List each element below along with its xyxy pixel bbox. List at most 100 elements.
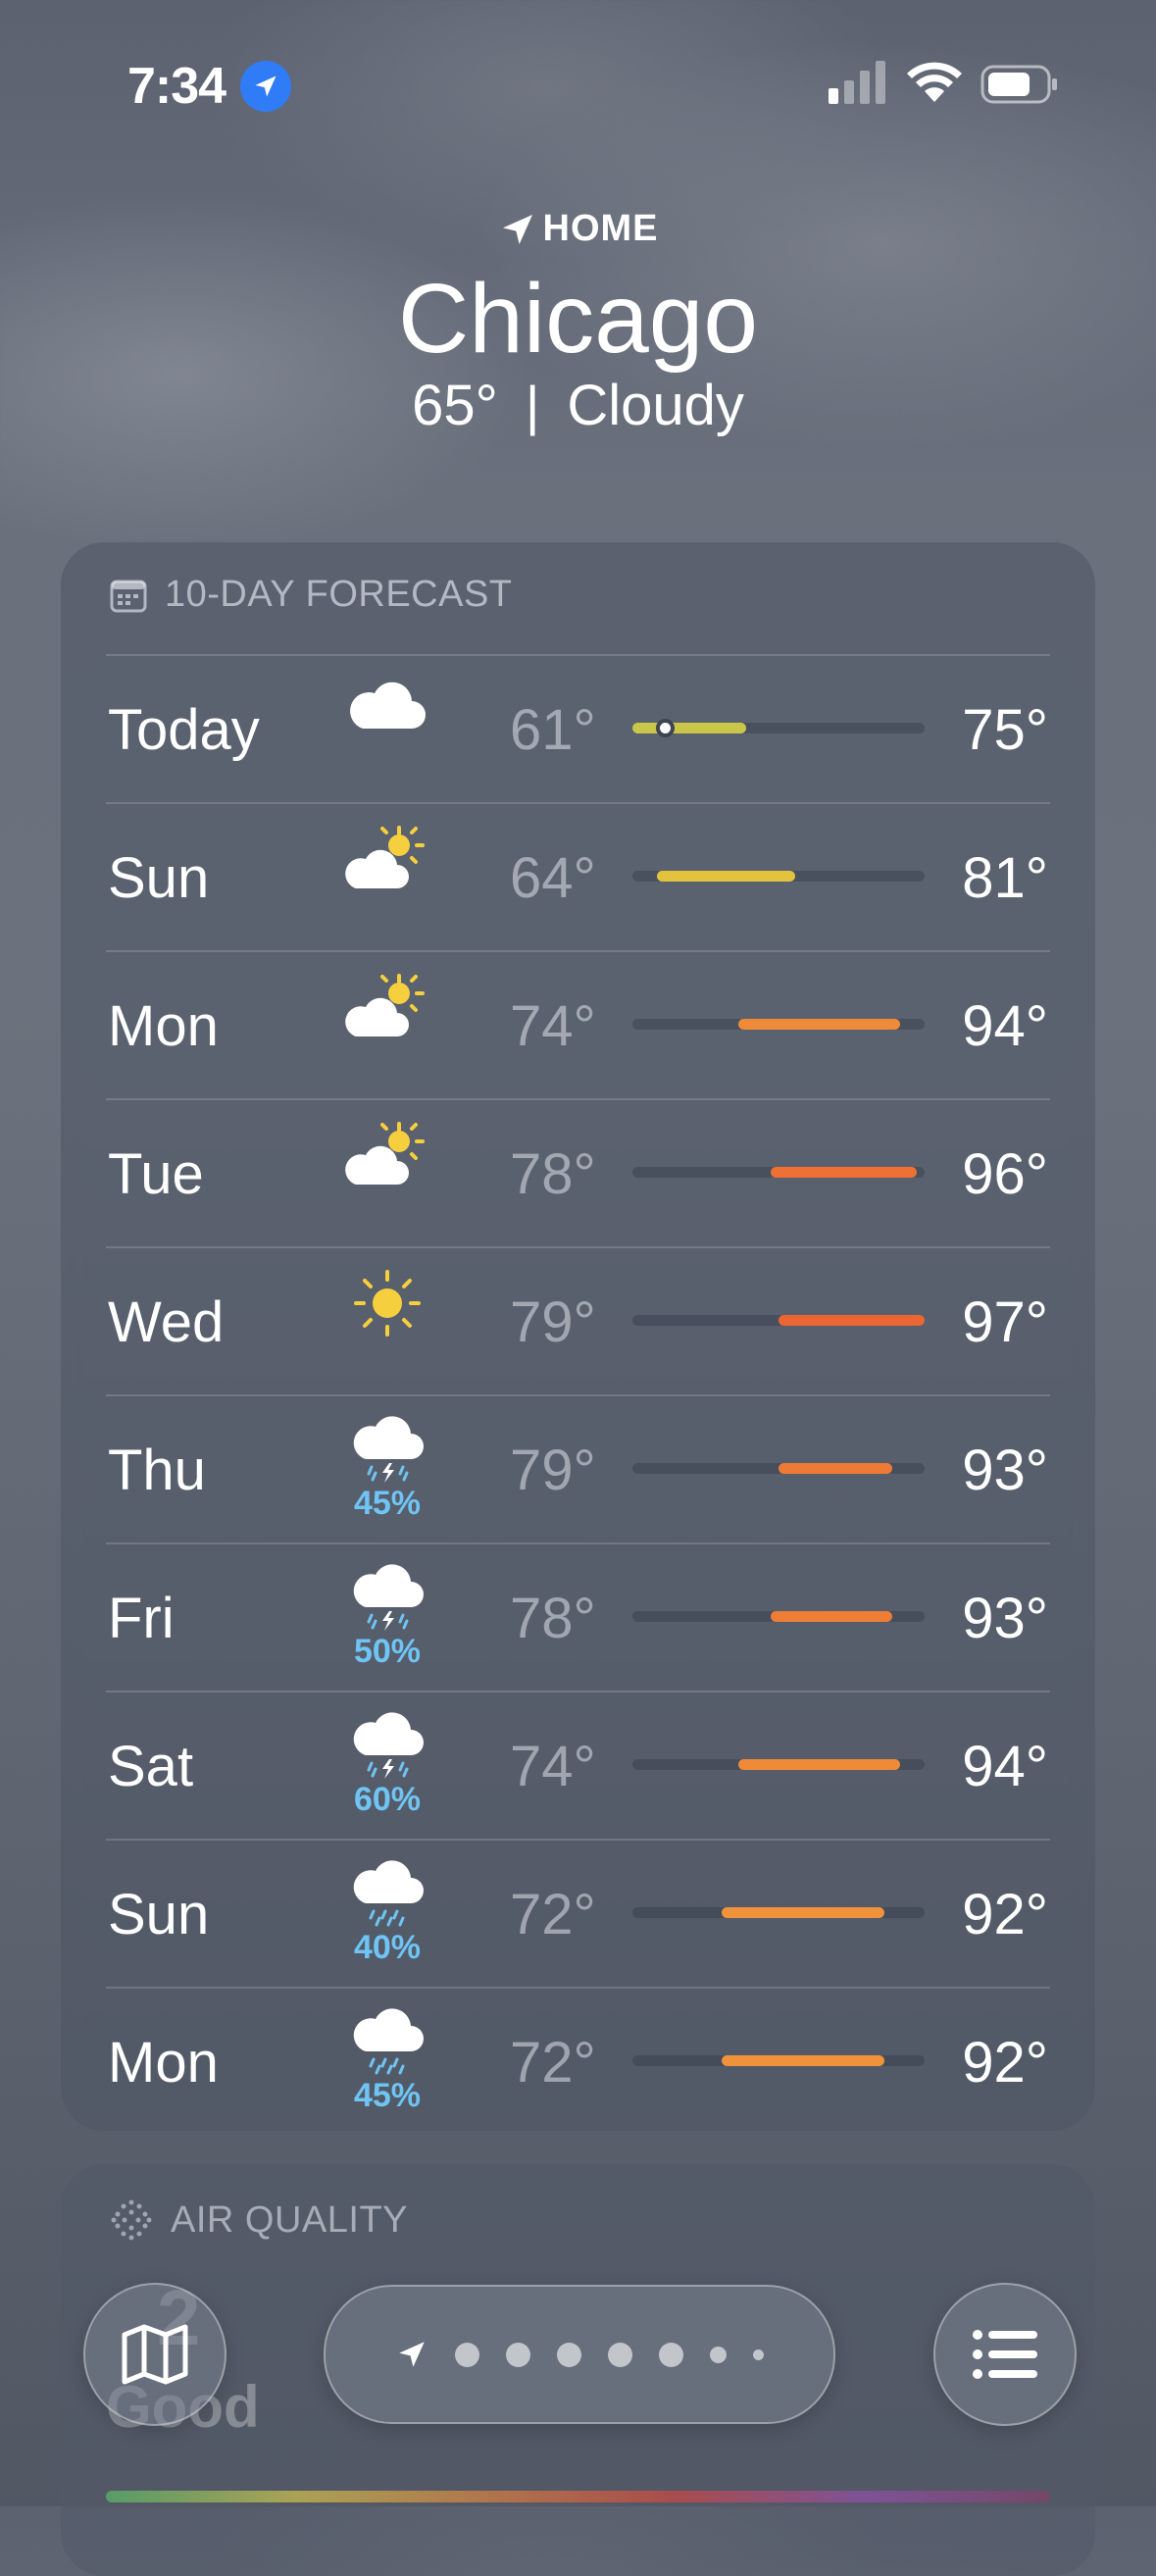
high-temperature: 92° bbox=[962, 2031, 1048, 2095]
forecast-day: Today bbox=[108, 698, 260, 762]
air-quality-title: AIR QUALITY bbox=[171, 2198, 408, 2241]
temperature-range-bar bbox=[632, 1907, 925, 1918]
low-temperature: 79° bbox=[510, 1290, 596, 1354]
calendar-icon bbox=[110, 580, 147, 612]
current-temperature: 65° bbox=[412, 374, 498, 437]
page-dot[interactable] bbox=[455, 2342, 479, 2367]
partly-sunny-icon bbox=[338, 968, 436, 1046]
low-temperature: 78° bbox=[510, 1142, 596, 1206]
location-label-row: HOME bbox=[0, 208, 1156, 250]
location-page-indicator[interactable] bbox=[324, 2285, 835, 2424]
precipitation-chance: 50% bbox=[353, 1633, 422, 1670]
partly-sunny-icon bbox=[338, 820, 436, 898]
low-temperature: 61° bbox=[510, 698, 596, 762]
high-temperature: 94° bbox=[962, 1735, 1048, 1798]
low-temperature: 78° bbox=[510, 1587, 596, 1650]
temperature-range-fill bbox=[722, 2055, 884, 2066]
cloud-icon bbox=[338, 672, 436, 750]
air-quality-icon bbox=[111, 2199, 152, 2241]
current-temperature-marker bbox=[656, 719, 676, 737]
cellular-signal-icon bbox=[829, 61, 885, 104]
temperature-range-fill bbox=[770, 1611, 892, 1622]
temperature-range-bar bbox=[632, 871, 925, 882]
temperature-range-fill bbox=[632, 723, 746, 733]
city-name: Chicago bbox=[398, 264, 758, 374]
high-temperature: 94° bbox=[962, 994, 1048, 1058]
temperature-range-fill bbox=[722, 1907, 884, 1918]
page-dot[interactable] bbox=[753, 2349, 764, 2360]
low-temperature: 72° bbox=[510, 2031, 596, 2095]
forecast-day: Wed bbox=[108, 1290, 225, 1354]
high-temperature: 75° bbox=[962, 698, 1048, 762]
page-dot[interactable] bbox=[659, 2342, 683, 2367]
temperature-range-fill bbox=[737, 1759, 901, 1770]
temperature-range-fill bbox=[779, 1463, 892, 1474]
location-label: HOME bbox=[542, 208, 659, 249]
forecast-row[interactable]: Mon 45% 72° 92° bbox=[0, 1987, 1156, 2135]
temperature-range-fill bbox=[770, 1167, 917, 1178]
wifi-icon bbox=[907, 62, 962, 102]
forecast-day: Tue bbox=[108, 1142, 204, 1206]
page-dot[interactable] bbox=[710, 2346, 727, 2363]
temperature-range-fill bbox=[737, 1019, 901, 1030]
temperature-range-bar bbox=[632, 1315, 925, 1326]
low-temperature: 72° bbox=[510, 1883, 596, 1946]
forecast-row[interactable]: Thu 45% 79° 93° bbox=[0, 1394, 1156, 1542]
sun-icon bbox=[338, 1264, 436, 1342]
partly-sunny-icon bbox=[338, 1116, 436, 1194]
location-services-icon bbox=[240, 61, 291, 112]
high-temperature: 81° bbox=[962, 846, 1048, 910]
temperature-range-fill bbox=[779, 1315, 925, 1326]
high-temperature: 97° bbox=[962, 1290, 1048, 1354]
low-temperature: 79° bbox=[510, 1439, 596, 1502]
battery-icon bbox=[980, 65, 1057, 104]
forecast-row[interactable]: Mon 74° 94° bbox=[0, 950, 1156, 1098]
temperature-range-bar bbox=[632, 1611, 925, 1622]
temperature-range-bar bbox=[632, 1167, 925, 1178]
air-quality-header: AIR QUALITY bbox=[110, 2198, 408, 2242]
forecast-row[interactable]: Sat 60% 74° 94° bbox=[0, 1691, 1156, 1839]
low-temperature: 74° bbox=[510, 1735, 596, 1798]
forecast-row[interactable]: Sun 64° 81° bbox=[0, 802, 1156, 950]
temperature-range-bar bbox=[632, 2055, 925, 2066]
page-dot[interactable] bbox=[608, 2342, 632, 2367]
thunderstorm-icon bbox=[338, 1560, 436, 1639]
rain-icon bbox=[338, 1856, 436, 1935]
page-dot[interactable] bbox=[506, 2342, 530, 2367]
precipitation-chance: 40% bbox=[353, 1929, 422, 1966]
separator: | bbox=[525, 375, 540, 436]
page-dot[interactable] bbox=[557, 2342, 581, 2367]
locations-list-button[interactable] bbox=[933, 2283, 1077, 2426]
forecast-row[interactable]: Sun 40% 72° 92° bbox=[0, 1839, 1156, 1987]
rain-icon bbox=[338, 2004, 436, 2083]
temperature-range-bar bbox=[632, 719, 925, 737]
forecast-day: Sun bbox=[108, 1883, 210, 1946]
thunderstorm-icon bbox=[338, 1412, 436, 1490]
high-temperature: 93° bbox=[962, 1587, 1048, 1650]
temperature-range-bar bbox=[632, 1019, 925, 1030]
temperature-range-fill bbox=[656, 871, 795, 882]
forecast-card-header: 10-DAY FORECAST bbox=[110, 574, 513, 616]
forecast-day: Mon bbox=[108, 2031, 219, 2095]
forecast-row[interactable]: Tue 78° 96° bbox=[0, 1098, 1156, 1246]
forecast-row[interactable]: Fri 50% 78° 93° bbox=[0, 1542, 1156, 1691]
current-condition: Cloudy bbox=[567, 374, 744, 437]
current-conditions: 65° | Cloudy bbox=[0, 373, 1156, 438]
thunderstorm-icon bbox=[338, 1708, 436, 1787]
high-temperature: 92° bbox=[962, 1883, 1048, 1946]
status-time: 7:34 bbox=[127, 58, 226, 115]
temperature-range-bar bbox=[632, 1463, 925, 1474]
high-temperature: 96° bbox=[962, 1142, 1048, 1206]
forecast-row[interactable]: Today 61° 75° bbox=[0, 654, 1156, 802]
high-temperature: 93° bbox=[962, 1439, 1048, 1502]
low-temperature: 64° bbox=[510, 846, 596, 910]
current-location-page-icon[interactable] bbox=[395, 2338, 428, 2371]
location-arrow-icon bbox=[502, 214, 532, 244]
low-temperature: 74° bbox=[510, 994, 596, 1058]
forecast-title: 10-DAY FORECAST bbox=[165, 574, 513, 615]
forecast-day: Thu bbox=[108, 1439, 206, 1502]
air-quality-scale bbox=[106, 2491, 1050, 2502]
forecast-day: Mon bbox=[108, 994, 219, 1058]
map-button[interactable] bbox=[83, 2283, 226, 2426]
forecast-row[interactable]: Wed 79° 97° bbox=[0, 1246, 1156, 1394]
